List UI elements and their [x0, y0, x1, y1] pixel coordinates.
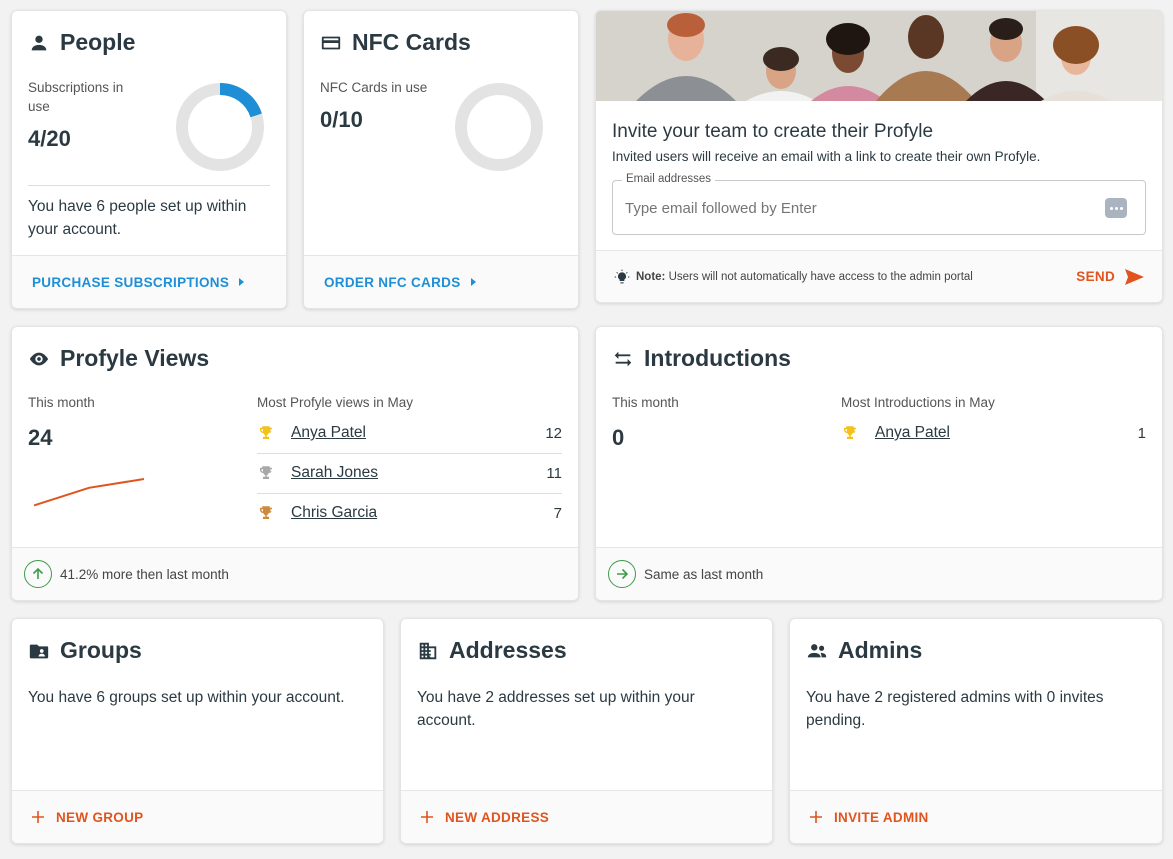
arrow-right-circle-icon — [608, 560, 636, 588]
send-button[interactable]: SEND — [1076, 268, 1144, 285]
arrow-up-circle-icon — [24, 560, 52, 588]
groups-footer: NEW GROUP — [12, 790, 383, 843]
trophy-icon — [841, 424, 859, 442]
nfc-value: 0/10 — [320, 107, 363, 132]
ranking-name-link[interactable]: Chris Garcia — [291, 504, 377, 522]
nfc-title: NFC Cards — [320, 29, 471, 56]
nfc-donut — [455, 83, 543, 171]
views-ranking-label: Most Profyle views in May — [257, 395, 414, 410]
intros-trend-text: Same as last month — [644, 566, 764, 582]
groups-card: Groups You have 6 groups set up within y… — [11, 618, 384, 844]
building-icon — [419, 642, 437, 659]
plus-icon — [421, 811, 433, 823]
invite-admin-button[interactable]: INVITE ADMIN — [810, 810, 929, 825]
swap-arrows-icon — [614, 351, 632, 366]
subscriptions-donut — [176, 83, 264, 171]
ranking-count: 11 — [546, 464, 562, 482]
views-footer: 41.2% more then last month — [12, 547, 578, 600]
ranking-count: 12 — [545, 424, 562, 442]
person-icon — [31, 35, 47, 50]
note-text: Note: Users will not automatically have … — [636, 270, 973, 283]
groups-description: You have 6 groups set up within your acc… — [28, 689, 345, 706]
invite-subtitle: Invited users will receive an email with… — [612, 149, 1041, 164]
admins-title: Admins — [806, 637, 922, 664]
ranking-name-link[interactable]: Anya Patel — [875, 424, 950, 442]
views-ranking-list: Anya Patel 12 Sarah Jones 11 Chris Garcia 7 — [257, 413, 562, 533]
ranking-name-link[interactable]: Sarah Jones — [291, 464, 378, 482]
admins-description: You have 2 registered admins with 0 invi… — [806, 689, 1104, 729]
ranking-row: Sarah Jones 11 — [257, 453, 562, 493]
nfc-card: NFC Cards NFC Cards in use 0/10 ORDER NF… — [303, 10, 579, 309]
more-icon[interactable] — [1105, 198, 1127, 218]
ranking-count: 1 — [1137, 424, 1146, 442]
intros-value: 0 — [612, 425, 625, 450]
admins-card: Admins You have 2 registered admins with… — [789, 618, 1163, 844]
invite-title: Invite your team to create their Profyle — [612, 121, 934, 142]
people-footer: PURCHASE SUBSCRIPTIONS — [12, 255, 286, 308]
nfc-label: NFC Cards in use — [320, 80, 428, 95]
caret-right-icon — [239, 278, 245, 286]
intros-card: Introductions This month 0 Most Introduc… — [595, 326, 1163, 601]
views-title: Profyle Views — [28, 345, 209, 372]
ranking-row: Chris Garcia 7 — [257, 493, 562, 533]
intros-ranking-label: Most Introductions in May — [841, 395, 995, 410]
divider — [28, 185, 270, 186]
nfc-footer: ORDER NFC CARDS — [304, 255, 578, 308]
views-sparkline — [33, 478, 145, 507]
plus-icon — [810, 811, 822, 823]
addresses-description: You have 2 addresses set up within your … — [417, 689, 695, 729]
trophy-icon — [257, 504, 275, 522]
order-nfc-cards-link[interactable]: ORDER NFC CARDS — [324, 275, 477, 290]
team-photo — [596, 11, 1162, 101]
views-period-label: This month — [28, 395, 95, 410]
send-icon — [1125, 268, 1144, 285]
intros-title: Introductions — [612, 345, 791, 372]
ranking-row: Anya Patel 12 — [257, 413, 562, 453]
trophy-icon — [257, 464, 275, 482]
ranking-row: Anya Patel 1 — [841, 413, 1146, 453]
invite-card: Invite your team to create their Profyle… — [595, 10, 1163, 303]
subscriptions-value: 4/20 — [28, 126, 71, 151]
views-trend-text: 41.2% more then last month — [60, 566, 229, 582]
new-address-button[interactable]: NEW ADDRESS — [421, 810, 549, 825]
intros-period-label: This month — [612, 395, 679, 410]
ranking-name-link[interactable]: Anya Patel — [291, 424, 366, 442]
groups-title: Groups — [28, 637, 142, 664]
views-sparkline-line — [33, 478, 145, 507]
people-card: People Subscriptions in use 4/20 You hav… — [11, 10, 287, 309]
intros-ranking-list: Anya Patel 1 — [841, 413, 1146, 453]
plus-icon — [32, 811, 44, 823]
views-value: 24 — [28, 425, 53, 450]
admins-footer: INVITE ADMIN — [790, 790, 1162, 843]
people-title: People — [28, 29, 135, 56]
folder-person-icon — [29, 644, 49, 658]
addresses-footer: NEW ADDRESS — [401, 790, 772, 843]
lightbulb-icon — [614, 269, 630, 283]
views-card: Profyle Views This month 24 Most Profyle… — [11, 326, 579, 601]
eye-icon — [29, 352, 49, 365]
people-description: You have 6 people set up within your acc… — [28, 198, 247, 238]
subscriptions-label: Subscriptions in use — [28, 80, 124, 114]
email-field-label: Email addresses — [622, 173, 716, 185]
addresses-card: Addresses You have 2 addresses set up wi… — [400, 618, 773, 844]
addresses-title: Addresses — [417, 637, 567, 664]
intros-footer: Same as last month — [596, 547, 1162, 600]
credit-card-icon — [321, 36, 341, 49]
trophy-icon — [257, 424, 275, 442]
new-group-button[interactable]: NEW GROUP — [32, 810, 143, 825]
ranking-count: 7 — [553, 504, 562, 522]
team-photo-illustration — [596, 11, 1162, 101]
email-field[interactable]: Email addresses — [612, 173, 1146, 235]
email-input[interactable] — [625, 194, 1095, 222]
caret-right-icon — [470, 278, 476, 286]
invite-footer: Note: Users will not automatically have … — [596, 250, 1162, 302]
purchase-subscriptions-link[interactable]: PURCHASE SUBSCRIPTIONS — [32, 275, 245, 290]
people-group-icon — [807, 643, 827, 657]
